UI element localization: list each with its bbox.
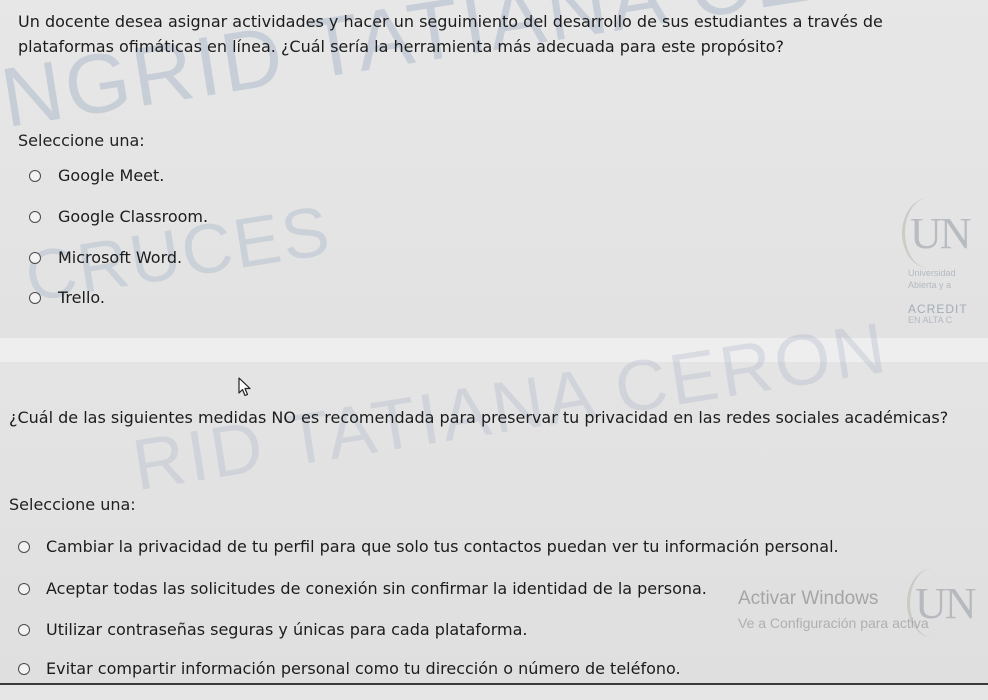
answer-option[interactable]: Google Meet. <box>29 166 164 185</box>
answer-option[interactable]: Google Classroom. <box>29 207 208 226</box>
select-one-label: Seleccione una: <box>18 131 145 150</box>
radio-button[interactable] <box>18 662 30 675</box>
answer-option-label: Evitar compartir información personal co… <box>46 659 681 678</box>
answer-option[interactable]: Trello. <box>29 288 105 307</box>
radio-button[interactable] <box>29 291 41 304</box>
question-separator <box>0 338 988 362</box>
answer-option[interactable]: Cambiar la privacidad de tu perfil para … <box>18 537 839 556</box>
answer-option[interactable]: Microsoft Word. <box>29 248 182 267</box>
radio-button[interactable] <box>29 251 41 264</box>
radio-button[interactable] <box>29 169 41 182</box>
radio-button[interactable] <box>29 210 41 223</box>
answer-option-label: Microsoft Word. <box>58 248 183 267</box>
answer-option-label: Utilizar contraseñas seguras y únicas pa… <box>46 620 528 639</box>
radio-button[interactable] <box>18 582 30 595</box>
answer-option[interactable]: Aceptar todas las solicitudes de conexió… <box>18 579 707 598</box>
answer-option-label: Trello. <box>58 288 105 307</box>
answer-option-label: Aceptar todas las solicitudes de conexió… <box>46 579 707 598</box>
answer-option-label: Cambiar la privacidad de tu perfil para … <box>46 537 839 556</box>
answer-option[interactable]: Utilizar contraseñas seguras y únicas pa… <box>18 620 527 639</box>
radio-button[interactable] <box>18 623 30 636</box>
select-one-label: Seleccione una: <box>9 495 136 514</box>
answer-option-label: Google Meet. <box>58 166 165 185</box>
answer-option-label: Google Classroom. <box>58 207 209 226</box>
question-2-text: ¿Cuál de las siguientes medidas NO es re… <box>9 408 949 427</box>
radio-button[interactable] <box>18 540 30 553</box>
answer-option[interactable]: Evitar compartir información personal co… <box>18 659 681 678</box>
question-1-text: Un docente desea asignar actividades y h… <box>18 12 883 56</box>
